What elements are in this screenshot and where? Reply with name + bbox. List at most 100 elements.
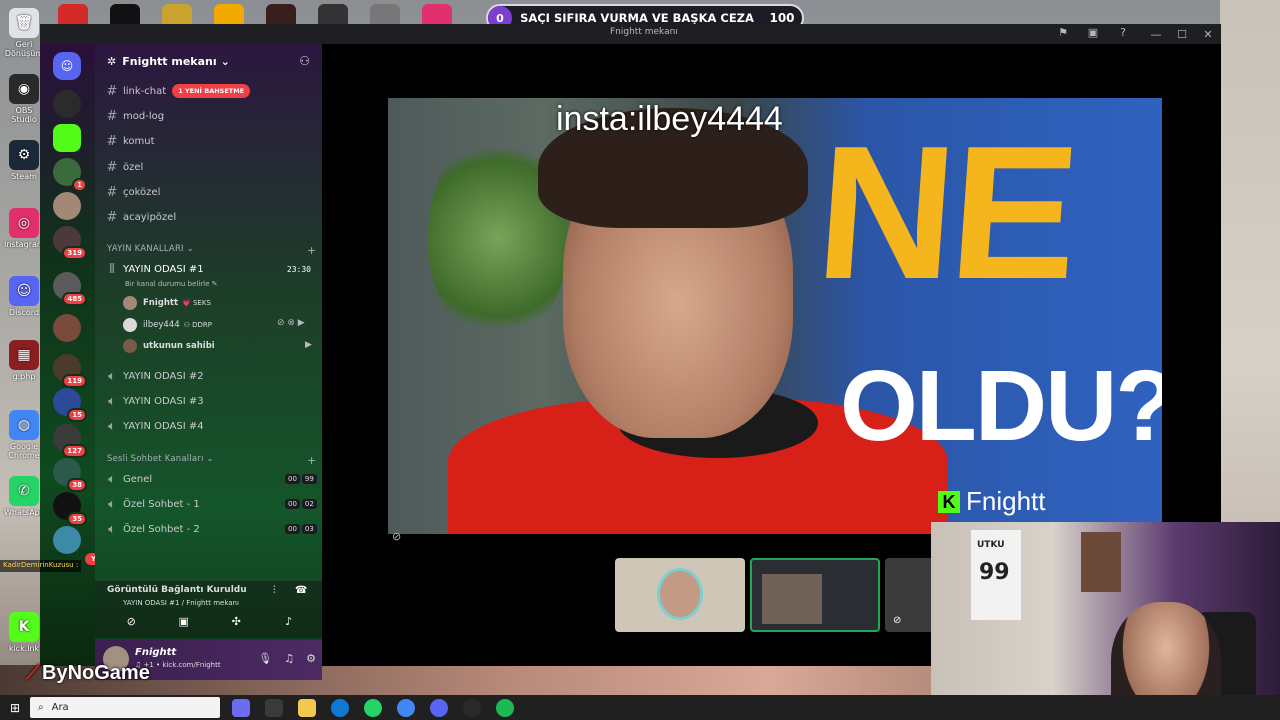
server-icon[interactable]: 119	[53, 354, 87, 388]
desktop-icon[interactable]: ✆ WhatsApp	[4, 476, 45, 517]
desktop-icon[interactable]: ⚙ Steam	[4, 140, 44, 181]
channel-acayipozel[interactable]: # acayipözel	[103, 206, 317, 228]
spotify-icon[interactable]	[496, 698, 514, 717]
voice-member[interactable]: Fnightt 💗 SEKS	[123, 294, 211, 312]
avatar	[657, 568, 703, 620]
close-button[interactable]: ✕	[1195, 28, 1221, 41]
server-icon[interactable]: 15	[53, 388, 87, 422]
category-voice[interactable]: Sesli Sohbet Kanalları ⌄ +	[107, 454, 316, 467]
voice-channel-active[interactable]: ⫴ YAYIN ODASI #1 23:30	[103, 258, 317, 280]
camera-icon: ▶	[305, 340, 312, 350]
desktop-icon[interactable]: Kkick.lnk	[4, 612, 44, 653]
voice-connected-subtitle[interactable]: YAYIN ODASI #1 / Fnightt mekanı	[123, 599, 239, 607]
server-icon[interactable]: 485	[53, 272, 87, 306]
whatsapp-icon[interactable]	[364, 698, 382, 717]
headphones-icon[interactable]: ♫	[284, 652, 294, 665]
inbox-icon[interactable]: ▣	[1085, 26, 1101, 42]
add-channel-icon[interactable]: +	[307, 454, 316, 467]
invite-user-icon[interactable]: ⚇	[299, 54, 310, 68]
channel-komut[interactable]: # komut	[103, 130, 317, 152]
voice-member[interactable]: ilbey444 ⚇ DDRP	[123, 316, 212, 334]
desktop-icon[interactable]: ◎ Instagram	[4, 208, 45, 249]
voice-channel[interactable]: 🔈︎ YAYIN ODASI #4	[103, 415, 317, 437]
obs-icon[interactable]	[463, 698, 481, 717]
avatar	[123, 339, 137, 353]
hash-icon: #	[106, 108, 118, 124]
desktop-icon[interactable]: ◉ OBS Studio	[4, 74, 44, 124]
server-icon[interactable]: 1	[53, 158, 87, 192]
unread-badge: 1	[72, 178, 87, 192]
chrome-icon[interactable]	[397, 698, 415, 717]
voice-member[interactable]: utkunun sahibi	[123, 337, 215, 355]
help-icon[interactable]: ?	[1115, 26, 1131, 42]
screen-share-icon[interactable]: ▣	[171, 615, 197, 633]
stream-video[interactable]: NE OLDU? insta:ilbey4444 K Fnightt	[388, 98, 1162, 534]
hash-icon: #	[106, 184, 118, 200]
server-icon[interactable]	[53, 192, 81, 220]
channel-status-hint[interactable]: Bir kanal durumu belirle ✎	[125, 280, 218, 288]
server-header[interactable]: ✲ Fnightt mekanı ⌄ ⚇	[95, 44, 322, 78]
channel-link-chat[interactable]: # link-chat 1 YENİ BAHSETME	[103, 80, 317, 102]
desktop-icon[interactable]: ▦ g.php	[4, 340, 44, 381]
signal-icon[interactable]: ⫶	[273, 585, 276, 596]
activities-icon[interactable]: ✣	[223, 615, 249, 633]
minimize-button[interactable]: —	[1143, 28, 1169, 41]
microphone-icon[interactable]: 🎙︎	[258, 652, 272, 665]
windows-start-icon[interactable]: ⊞	[0, 701, 30, 715]
stream-icon: ⫴	[109, 261, 115, 277]
voice-channel[interactable]: 🔈︎ YAYIN ODASI #3	[103, 390, 317, 412]
speaker-icon: 🔈︎	[108, 496, 116, 512]
store-icon[interactable]	[265, 698, 283, 717]
desktop-icon[interactable]: ◍ Google Chrome	[4, 410, 44, 460]
category-stream[interactable]: YAYIN KANALLARI ⌄ +	[107, 244, 316, 257]
file-explorer-icon[interactable]	[298, 698, 316, 717]
search-box[interactable]: ⌕ Ara	[30, 697, 220, 718]
kick-server-icon[interactable]	[53, 124, 81, 152]
server-icon[interactable]	[53, 526, 81, 554]
voice-channel[interactable]: 🔈︎ Özel Sohbet - 2 00 03	[103, 518, 317, 540]
flag-icon[interactable]: ⚑	[1055, 26, 1071, 42]
server-icon[interactable]: 38	[53, 458, 87, 492]
copilot-icon[interactable]	[232, 698, 250, 717]
channel-ozel[interactable]: # özel	[103, 156, 317, 178]
soundboard-icon[interactable]: ♪	[276, 615, 302, 633]
desktop-icon-label: OBS Studio	[11, 106, 37, 124]
desktop-app-icon: ▦	[9, 340, 39, 370]
channel-mod-log[interactable]: # mod-log	[103, 105, 317, 127]
voice-channel[interactable]: 🔈︎ Özel Sohbet - 1 00 02	[103, 493, 317, 515]
speaker-icon: 🔈︎	[108, 393, 116, 409]
camera-off-icon[interactable]: ⊘	[118, 615, 144, 633]
server-icon[interactable]	[53, 90, 81, 118]
muted-icon: ⊘ ⊗ ▶	[277, 318, 305, 328]
server-icon[interactable]: 127	[53, 424, 87, 458]
mention-badge[interactable]: 1 YENİ BAHSETME	[172, 84, 251, 98]
participant-tile-active[interactable]	[750, 558, 880, 632]
chevron-down-icon: ⌄	[220, 54, 230, 68]
voice-channel[interactable]: 🔈︎ YAYIN ODASI #2	[103, 365, 317, 387]
edge-icon[interactable]	[331, 698, 349, 717]
disconnect-icon[interactable]: ☎	[295, 585, 307, 596]
server-icon[interactable]: 35	[53, 492, 87, 526]
user-name[interactable]: Fnightt	[135, 647, 176, 658]
discord-icon[interactable]	[430, 698, 448, 717]
maximize-button[interactable]: ☐	[1169, 28, 1195, 41]
discord-home-icon[interactable]: ☺	[53, 52, 81, 80]
add-channel-icon[interactable]: +	[307, 244, 316, 257]
hide-stream-icon[interactable]: ⊘	[392, 530, 401, 543]
member-name: ilbey444	[143, 320, 180, 330]
settings-icon[interactable]: ⚙	[306, 652, 316, 665]
server-rail: ☺ 1 319 485 119 15 127 38 35	[40, 44, 95, 666]
server-icon[interactable]	[53, 314, 81, 342]
voice-channel[interactable]: 🔈︎ Genel 00 99	[103, 468, 317, 490]
speaker-icon: 🔈︎	[108, 418, 116, 434]
desktop-icon[interactable]: ☺ Discord	[4, 276, 44, 317]
channel-cokozel[interactable]: # çoközel	[103, 181, 317, 203]
server-icon[interactable]: 319	[53, 226, 87, 260]
desktop-app-icon: 🗑	[9, 8, 39, 38]
participant-tile[interactable]	[615, 558, 745, 632]
voice-connected-title: Görüntülü Bağlantı Kuruldu	[107, 585, 247, 595]
video-headline-1: NE	[810, 107, 1082, 319]
unread-badge: 15	[67, 408, 87, 422]
desktop-icon[interactable]: 🗑 Geri Dönüşüm	[4, 8, 44, 58]
poll-right-count: 100	[769, 11, 795, 25]
